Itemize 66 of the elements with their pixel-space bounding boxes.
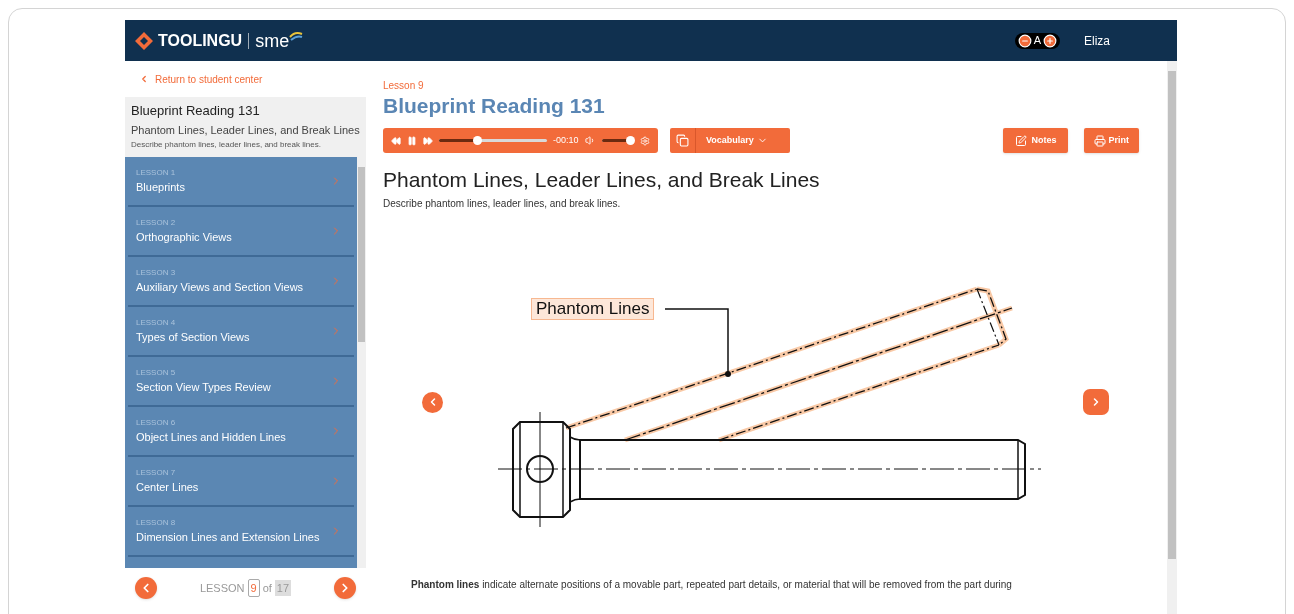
back-link[interactable]: Return to student center xyxy=(125,61,366,97)
lesson-item[interactable]: LESSON 7 Center Lines xyxy=(128,457,354,507)
partner-logo: sme xyxy=(255,31,290,50)
lesson-number: LESSON 6 xyxy=(136,417,177,429)
previous-lesson-button[interactable] xyxy=(135,577,157,599)
lesson-subtitle: Describe phantom lines, leader lines, and break lines. xyxy=(383,197,622,211)
lesson-number: LESSON 2 xyxy=(136,217,177,229)
course-heading: Blueprint Reading 131 xyxy=(383,93,606,119)
lesson-name: Center Lines xyxy=(136,480,200,495)
lesson-item[interactable]: LESSON 4 Types of Section Views xyxy=(128,307,354,357)
lesson-number: LESSON 3 xyxy=(136,267,177,279)
lesson-name: Section View Types Review xyxy=(136,380,272,395)
decrease-font-icon[interactable] xyxy=(1017,33,1032,48)
cards-icon xyxy=(676,134,689,147)
lesson-name: Blueprints xyxy=(136,180,186,195)
font-size-label: A xyxy=(1033,33,1041,49)
settings-icon[interactable] xyxy=(639,135,650,146)
lesson-name: Object Lines and Hidden Lines xyxy=(136,430,287,445)
previous-slide-button[interactable] xyxy=(422,391,443,413)
body-paragraph: Phantom lines indicate alternate positions of a movable part, repeated part details, or material that will be removed from the part during xyxy=(410,578,1013,592)
notes-button[interactable]: Notes xyxy=(1003,128,1069,153)
volume-thumb[interactable] xyxy=(625,136,635,145)
pause-icon[interactable] xyxy=(407,135,417,146)
next-slide-button[interactable] xyxy=(1083,389,1109,415)
lesson-number: LESSON 7 xyxy=(136,467,177,479)
leader-line xyxy=(664,306,731,378)
lesson-item[interactable]: LESSON 6 Object Lines and Hidden Lines xyxy=(128,407,354,457)
lesson-item[interactable]: LESSON 1 Blueprints xyxy=(128,157,354,207)
fast-forward-icon[interactable] xyxy=(423,135,433,146)
lesson-item[interactable]: LESSON 8 Dimension Lines and Extension Lines xyxy=(128,507,354,557)
print-button[interactable]: Print xyxy=(1084,128,1139,153)
lesson-label: Lesson 9 xyxy=(383,80,425,92)
progress-thumb[interactable] xyxy=(472,136,482,145)
lesson-number: LESSON 1 xyxy=(136,167,177,179)
lesson-number: LESSON 8 xyxy=(136,517,177,529)
back-chevron-icon xyxy=(139,74,149,84)
pager-of: of xyxy=(262,580,272,596)
increase-font-icon[interactable] xyxy=(1043,33,1057,48)
rewind-icon[interactable] xyxy=(391,135,401,146)
lesson-name: Auxiliary Views and Section Views xyxy=(136,280,305,295)
user-name[interactable]: Eliza xyxy=(1084,31,1110,50)
volume-icon[interactable] xyxy=(584,135,596,146)
lesson-title: Phantom Lines, Leader Lines, and Break Lines xyxy=(131,123,360,138)
lesson-description: Describe phantom lines, leader lines, and break lines. xyxy=(131,139,322,151)
lesson-item[interactable]: LESSON 3 Auxiliary Views and Section Views xyxy=(128,257,354,307)
course-title: Blueprint Reading 131 xyxy=(131,103,261,119)
lesson-item[interactable]: LESSON 2 Orthographic Views xyxy=(128,207,354,257)
pager-label: LESSON xyxy=(199,580,245,596)
next-lesson-button[interactable] xyxy=(334,577,356,599)
time-remaining: -00:10 xyxy=(553,133,579,147)
vocabulary-button[interactable]: Vocabulary xyxy=(670,128,790,153)
lesson-number: LESSON 4 xyxy=(136,317,177,329)
lesson-number: LESSON 5 xyxy=(136,367,177,379)
logo-icon xyxy=(134,30,154,51)
lesson-name: Dimension Lines and Extension Lines xyxy=(136,530,321,545)
swoosh-icon xyxy=(289,30,304,41)
printer-icon xyxy=(1094,134,1107,147)
callout-label: Phantom Lines xyxy=(531,298,655,320)
logo: TOOLINGU xyxy=(158,30,243,51)
total-lessons: 17 xyxy=(274,579,292,597)
lesson-name: Orthographic Views xyxy=(136,230,233,245)
notes-icon xyxy=(1015,134,1028,147)
lesson-item[interactable]: LESSON 5 Section View Types Review xyxy=(128,357,354,407)
lesson-heading: Phantom Lines, Leader Lines, and Break Lines xyxy=(383,167,821,193)
current-lesson-number: 9 xyxy=(247,578,260,598)
lesson-name: Types of Section Views xyxy=(136,330,251,345)
